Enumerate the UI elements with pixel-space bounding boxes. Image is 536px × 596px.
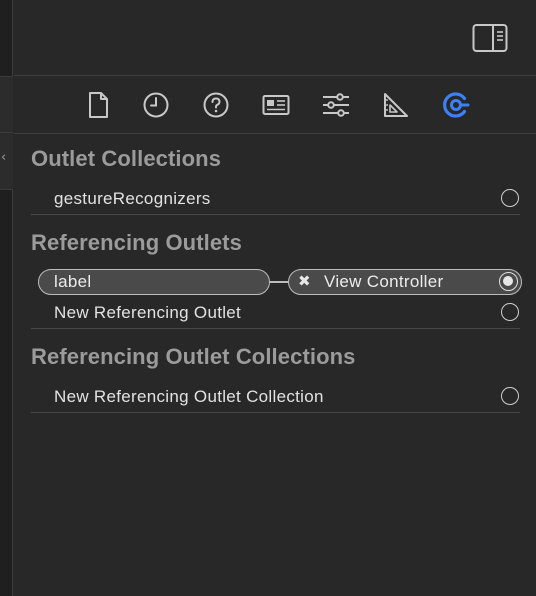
sliders-icon[interactable] — [322, 91, 350, 119]
inspector-top-bar — [14, 0, 536, 76]
new-referencing-outlet-row: New Referencing Outlet — [31, 299, 520, 327]
section-divider — [31, 214, 520, 215]
connection-circle-icon[interactable] — [501, 387, 519, 405]
id-card-icon[interactable] — [262, 91, 290, 119]
inspector-tab-bar — [14, 76, 536, 134]
outlet-name: label — [54, 272, 92, 291]
document-icon[interactable] — [84, 91, 112, 119]
connection-circle-icon[interactable] — [501, 303, 519, 321]
connection-line — [270, 281, 288, 283]
connection-circle-icon[interactable] — [501, 189, 519, 207]
section-title-outlet-collections: Outlet Collections — [31, 146, 222, 171]
outlet-connection-target: ✖ View Controller — [288, 269, 522, 295]
question-icon[interactable] — [202, 91, 230, 119]
section-title-referencing-outlets: Referencing Outlets — [31, 230, 242, 255]
connections-inspector-panel: ‹ Outlet Collections gestureRecognizers … — [0, 0, 536, 596]
new-outlet-collection-label: New Referencing Outlet Collection — [54, 387, 324, 406]
new-outlet-label: New Referencing Outlet — [54, 303, 242, 322]
section-divider — [31, 412, 520, 413]
remove-connection-icon[interactable]: ✖ — [298, 272, 311, 290]
outlet-collection-row: gestureRecognizers — [31, 185, 520, 213]
editor-edge-row — [0, 76, 13, 133]
outlet-name: gestureRecognizers — [54, 189, 211, 208]
new-referencing-outlet-collection-row: New Referencing Outlet Collection — [31, 383, 520, 411]
editor-edge: ‹ — [0, 0, 13, 596]
connected-circle-icon[interactable] — [499, 272, 518, 291]
outlet-connection-source[interactable]: label — [38, 269, 270, 295]
connection-target-name: View Controller — [324, 272, 444, 291]
section-divider — [31, 328, 520, 329]
chevron-left-icon[interactable]: ‹ — [1, 150, 6, 165]
connection-icon[interactable] — [442, 91, 470, 119]
clock-icon[interactable] — [142, 91, 170, 119]
section-title-referencing-outlet-collections: Referencing Outlet Collections — [31, 344, 356, 369]
ruler-triangle-icon[interactable] — [382, 91, 410, 119]
inspector-panel-icon[interactable] — [472, 23, 508, 53]
